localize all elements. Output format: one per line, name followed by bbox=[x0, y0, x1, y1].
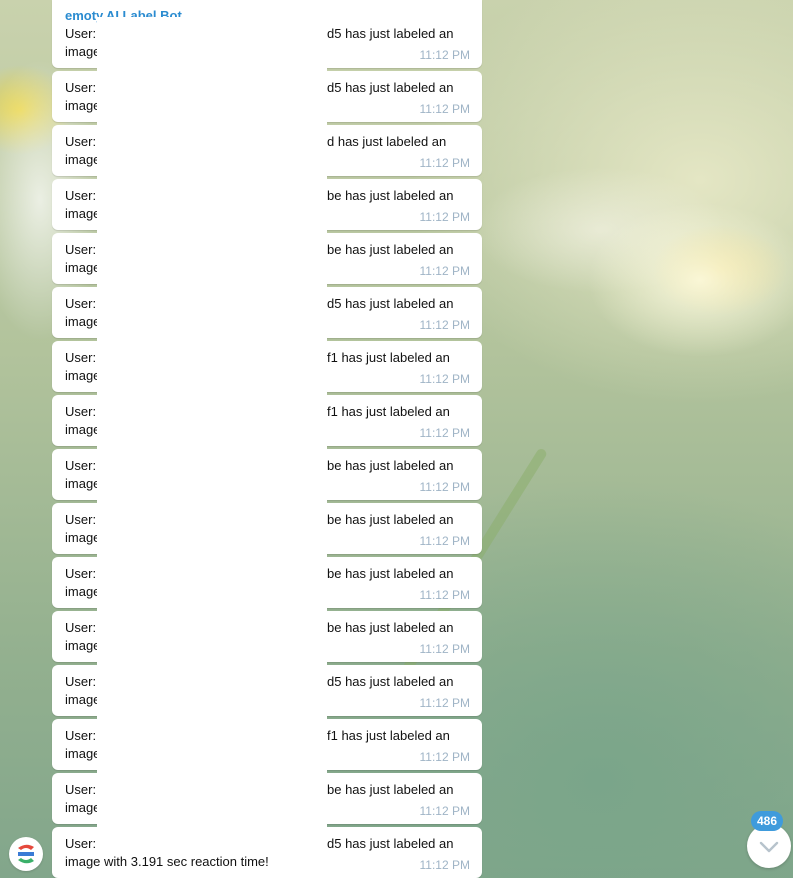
message-timestamp: 11:12 PM bbox=[419, 588, 470, 602]
redaction-block bbox=[97, 17, 327, 855]
message-user-label: User: bbox=[65, 80, 97, 95]
message-text-line2: image bbox=[65, 638, 101, 653]
message-text-tail: d5 has just labeled an bbox=[327, 26, 454, 41]
message-user-label: User: bbox=[65, 404, 97, 419]
message-timestamp: 11:12 PM bbox=[419, 102, 470, 116]
message-timestamp: 11:12 PM bbox=[419, 480, 470, 494]
message-text-tail: d5 has just labeled an bbox=[327, 674, 454, 689]
message-user-label: User: bbox=[65, 836, 97, 851]
message-user-label: User: bbox=[65, 296, 97, 311]
message-text-line2: image bbox=[65, 746, 101, 761]
message-text-tail: be has just labeled an bbox=[327, 458, 454, 473]
message-text-line2: image bbox=[65, 44, 101, 59]
message-text-line2: image bbox=[65, 98, 101, 113]
message-timestamp: 11:12 PM bbox=[419, 804, 470, 818]
message-user-label: User: bbox=[65, 674, 97, 689]
message-text-tail: be has just labeled an bbox=[327, 566, 454, 581]
message-user-label: User: bbox=[65, 134, 97, 149]
message-text-line2: image bbox=[65, 530, 101, 545]
message-text-tail: be has just labeled an bbox=[327, 620, 454, 635]
message-user-label: User: bbox=[65, 242, 97, 257]
message-text-tail: f1 has just labeled an bbox=[327, 404, 450, 419]
message-timestamp: 11:12 PM bbox=[419, 426, 470, 440]
message-text-tail: be has just labeled an bbox=[327, 512, 454, 527]
message-timestamp: 11:12 PM bbox=[419, 858, 470, 872]
unread-count-badge: 486 bbox=[751, 811, 783, 831]
message-user-label: User: bbox=[65, 728, 97, 743]
message-text-tail: f1 has just labeled an bbox=[327, 728, 450, 743]
message-timestamp: 11:12 PM bbox=[419, 750, 470, 764]
message-timestamp: 11:12 PM bbox=[419, 642, 470, 656]
message-user-label: User: bbox=[65, 782, 97, 797]
message-user-label: User: bbox=[65, 350, 97, 365]
message-timestamp: 11:12 PM bbox=[419, 318, 470, 332]
message-text-line2: image bbox=[65, 314, 101, 329]
message-timestamp: 11:12 PM bbox=[419, 534, 470, 548]
message-user-label: User: bbox=[65, 458, 97, 473]
message-text-tail: be has just labeled an bbox=[327, 242, 454, 257]
message-user-label: User: bbox=[65, 26, 97, 41]
message-user-label: User: bbox=[65, 566, 97, 581]
message-text-line2: image bbox=[65, 692, 101, 707]
message-timestamp: 11:12 PM bbox=[419, 156, 470, 170]
message-timestamp: 11:12 PM bbox=[419, 696, 470, 710]
message-timestamp: 11:12 PM bbox=[419, 372, 470, 386]
message-text-tail: f1 has just labeled an bbox=[327, 350, 450, 365]
message-text-line2: image bbox=[65, 368, 101, 383]
message-timestamp: 11:12 PM bbox=[419, 264, 470, 278]
message-text-tail: be has just labeled an bbox=[327, 782, 454, 797]
bot-avatar-icon[interactable] bbox=[9, 837, 43, 871]
message-text-tail: d5 has just labeled an bbox=[327, 80, 454, 95]
message-text-line2: image bbox=[65, 800, 101, 815]
message-text-line2: image with 3.191 sec reaction time! bbox=[65, 854, 269, 869]
message-text-tail: d5 has just labeled an bbox=[327, 296, 454, 311]
message-text-tail: d has just labeled an bbox=[327, 134, 447, 149]
message-user-label: User: bbox=[65, 512, 97, 527]
message-text-line2: image bbox=[65, 260, 101, 275]
message-user-label: User: bbox=[65, 620, 97, 635]
message-text-tail: be has just labeled an bbox=[327, 188, 454, 203]
message-text-line2: image bbox=[65, 152, 101, 167]
message-timestamp: 11:12 PM bbox=[419, 210, 470, 224]
message-timestamp: 11:12 PM bbox=[419, 48, 470, 62]
message-text-line2: image bbox=[65, 476, 101, 491]
message-text-line2: image bbox=[65, 584, 101, 599]
message-user-label: User: bbox=[65, 188, 97, 203]
message-text-line2: image bbox=[65, 206, 101, 221]
message-text-line2: image bbox=[65, 422, 101, 437]
message-text-tail: d5 has just labeled an bbox=[327, 836, 454, 851]
